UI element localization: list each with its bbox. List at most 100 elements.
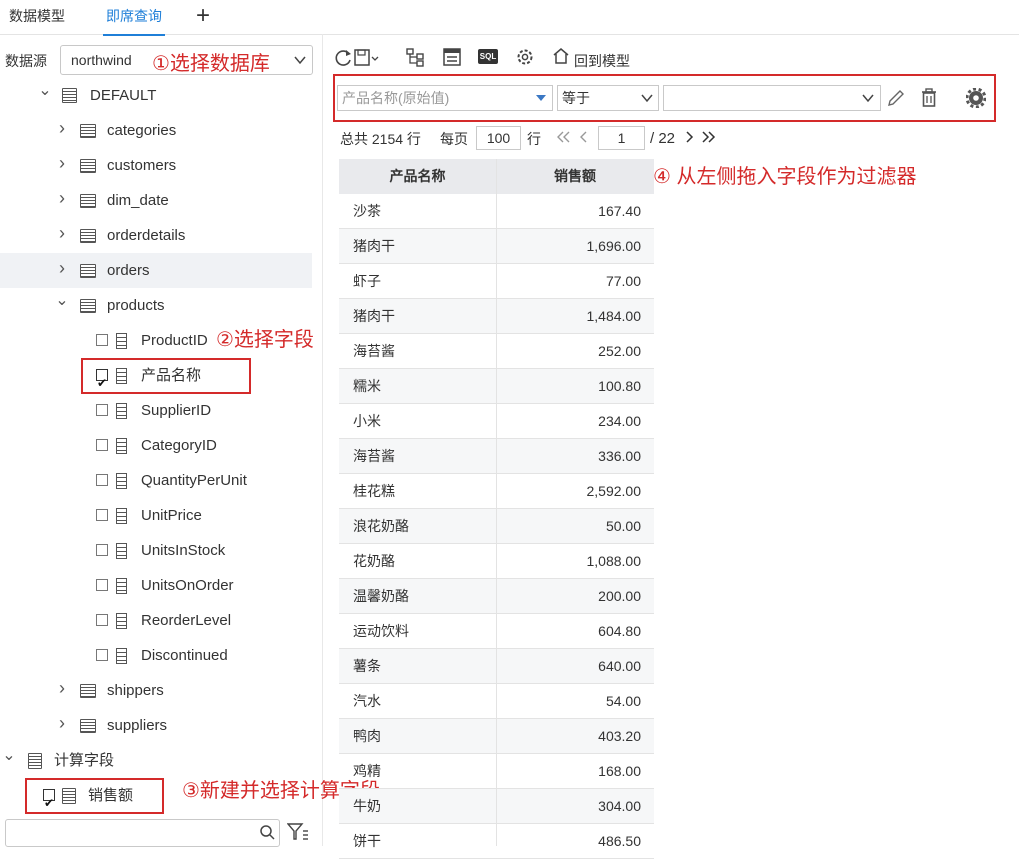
- checkbox[interactable]: [96, 649, 108, 661]
- column-divider: [496, 159, 497, 846]
- cell-product-name: 牛奶: [353, 798, 381, 814]
- tree-table-orderdetails[interactable]: › orderdetails: [0, 218, 312, 253]
- chevron-down-icon[interactable]: ⌄: [38, 73, 52, 108]
- per-page-input[interactable]: 100: [476, 126, 521, 150]
- checkbox[interactable]: [96, 544, 108, 556]
- filter-icon[interactable]: [287, 823, 309, 841]
- tree-table-categories[interactable]: › categories: [0, 113, 312, 148]
- cell-sales: 234.00: [598, 413, 641, 429]
- cell-product-name: 虾子: [353, 273, 381, 289]
- filter-value-select[interactable]: [663, 85, 881, 111]
- field-icon: [116, 403, 127, 419]
- cell-sales: 1,696.00: [586, 238, 642, 254]
- last-page-icon[interactable]: [702, 131, 716, 143]
- current-page-input[interactable]: 1: [598, 126, 645, 150]
- chevron-right-icon[interactable]: ›: [55, 706, 69, 741]
- next-page-icon[interactable]: [685, 131, 695, 143]
- tree-table-customers[interactable]: › customers: [0, 148, 312, 183]
- tree-field-8[interactable]: ReorderLevel: [0, 603, 312, 638]
- tree-table-dim_date[interactable]: › dim_date: [0, 183, 312, 218]
- field-icon: [116, 543, 127, 559]
- tree-table-suppliers[interactable]: › suppliers: [0, 708, 312, 743]
- panel-divider[interactable]: [322, 34, 323, 846]
- field-icon: [116, 613, 127, 629]
- table-icon: [80, 194, 96, 208]
- column-header-sales[interactable]: 销售额: [496, 159, 654, 194]
- tree-label: QuantityPerUnit: [141, 472, 247, 489]
- tree-field-6[interactable]: UnitsInStock: [0, 533, 312, 568]
- tree-label: CategoryID: [141, 437, 217, 454]
- settings-icon[interactable]: [966, 88, 986, 108]
- refresh-icon[interactable]: [333, 48, 353, 68]
- return-icon[interactable]: [552, 47, 572, 65]
- prev-page-icon[interactable]: [579, 131, 589, 143]
- back-to-model-button[interactable]: 回到模型: [574, 51, 630, 71]
- checkbox[interactable]: [96, 509, 108, 521]
- edit-icon[interactable]: [886, 88, 906, 108]
- calculator-icon: [28, 753, 42, 769]
- tree-label: UnitPrice: [141, 507, 202, 524]
- tree-field-3[interactable]: CategoryID: [0, 428, 312, 463]
- sql-icon[interactable]: SQL: [478, 49, 498, 64]
- trash-icon[interactable]: [920, 88, 938, 108]
- column-header-product-name[interactable]: 产品名称: [339, 159, 496, 194]
- tree-field-5[interactable]: UnitPrice: [0, 498, 312, 533]
- cell-sales: 54.00: [605, 693, 641, 709]
- tree-calc-group[interactable]: ⌄ 计算字段: [0, 743, 312, 778]
- cell-sales: 336.00: [598, 448, 641, 464]
- tree-label: categories: [107, 122, 177, 139]
- hierarchy-icon[interactable]: [405, 47, 425, 67]
- filter-operator-value: 等于: [562, 90, 590, 106]
- tree-table-products[interactable]: ⌄ products: [0, 288, 312, 323]
- chevron-right-icon[interactable]: ›: [55, 251, 69, 286]
- cell-product-name: 花奶酪: [353, 553, 395, 569]
- filter-operator-select[interactable]: 等于: [557, 85, 659, 111]
- checkbox[interactable]: [96, 614, 108, 626]
- first-page-icon[interactable]: [557, 131, 571, 143]
- rows-suffix: 行: [527, 131, 541, 147]
- tree-table-shippers[interactable]: › shippers: [0, 673, 312, 708]
- layout-icon[interactable]: [442, 47, 462, 67]
- chevron-right-icon[interactable]: ›: [55, 181, 69, 216]
- tree-field-7[interactable]: UnitsOnOrder: [0, 568, 312, 603]
- cell-product-name: 鸭肉: [353, 728, 381, 744]
- cell-sales: 1,484.00: [586, 308, 642, 324]
- chevron-right-icon[interactable]: ›: [55, 111, 69, 146]
- tree-table-orders[interactable]: › orders: [0, 253, 312, 288]
- checkbox[interactable]: [96, 474, 108, 486]
- field-icon: [116, 508, 127, 524]
- save-icon[interactable]: [353, 48, 379, 68]
- tree-field-2[interactable]: SupplierID: [0, 393, 312, 428]
- cell-sales: 1,088.00: [586, 553, 642, 569]
- field-icon: [116, 648, 127, 664]
- gear-icon[interactable]: [515, 47, 535, 67]
- chevron-down-icon[interactable]: ⌄: [55, 283, 69, 318]
- cell-sales: 403.20: [598, 728, 641, 744]
- add-tab-button[interactable]: +: [196, 1, 210, 31]
- filter-field-placeholder: 产品名称(原始值): [342, 90, 450, 106]
- chevron-right-icon[interactable]: ›: [55, 671, 69, 706]
- tab-data-model[interactable]: 数据模型: [9, 0, 65, 34]
- cell-product-name: 猪肉干: [353, 308, 395, 324]
- chevron-down-icon[interactable]: ⌄: [2, 738, 16, 773]
- cell-product-name: 温馨奶酪: [353, 588, 409, 604]
- checkbox[interactable]: [96, 439, 108, 451]
- tree-field-4[interactable]: QuantityPerUnit: [0, 463, 312, 498]
- checkbox[interactable]: [96, 334, 108, 346]
- datasource-label: 数据源: [5, 53, 47, 69]
- chevron-right-icon[interactable]: ›: [55, 216, 69, 251]
- table-icon: [80, 299, 96, 313]
- tree-root-default[interactable]: ⌄ DEFAULT: [0, 78, 312, 113]
- page-count: / 22: [650, 130, 676, 147]
- table-icon: [80, 684, 96, 698]
- tree-field-9[interactable]: Discontinued: [0, 638, 312, 673]
- checkbox[interactable]: [96, 579, 108, 591]
- checkbox[interactable]: [96, 404, 108, 416]
- filter-field-select[interactable]: 产品名称(原始值): [337, 85, 553, 111]
- chevron-right-icon[interactable]: ›: [55, 146, 69, 181]
- tab-ad-hoc-query[interactable]: 即席查询: [103, 0, 165, 36]
- total-rows: 总共 2154 行: [340, 131, 421, 147]
- search-input[interactable]: [5, 819, 280, 847]
- cell-sales: 486.50: [598, 833, 641, 849]
- tree-label: ProductID: [141, 332, 208, 349]
